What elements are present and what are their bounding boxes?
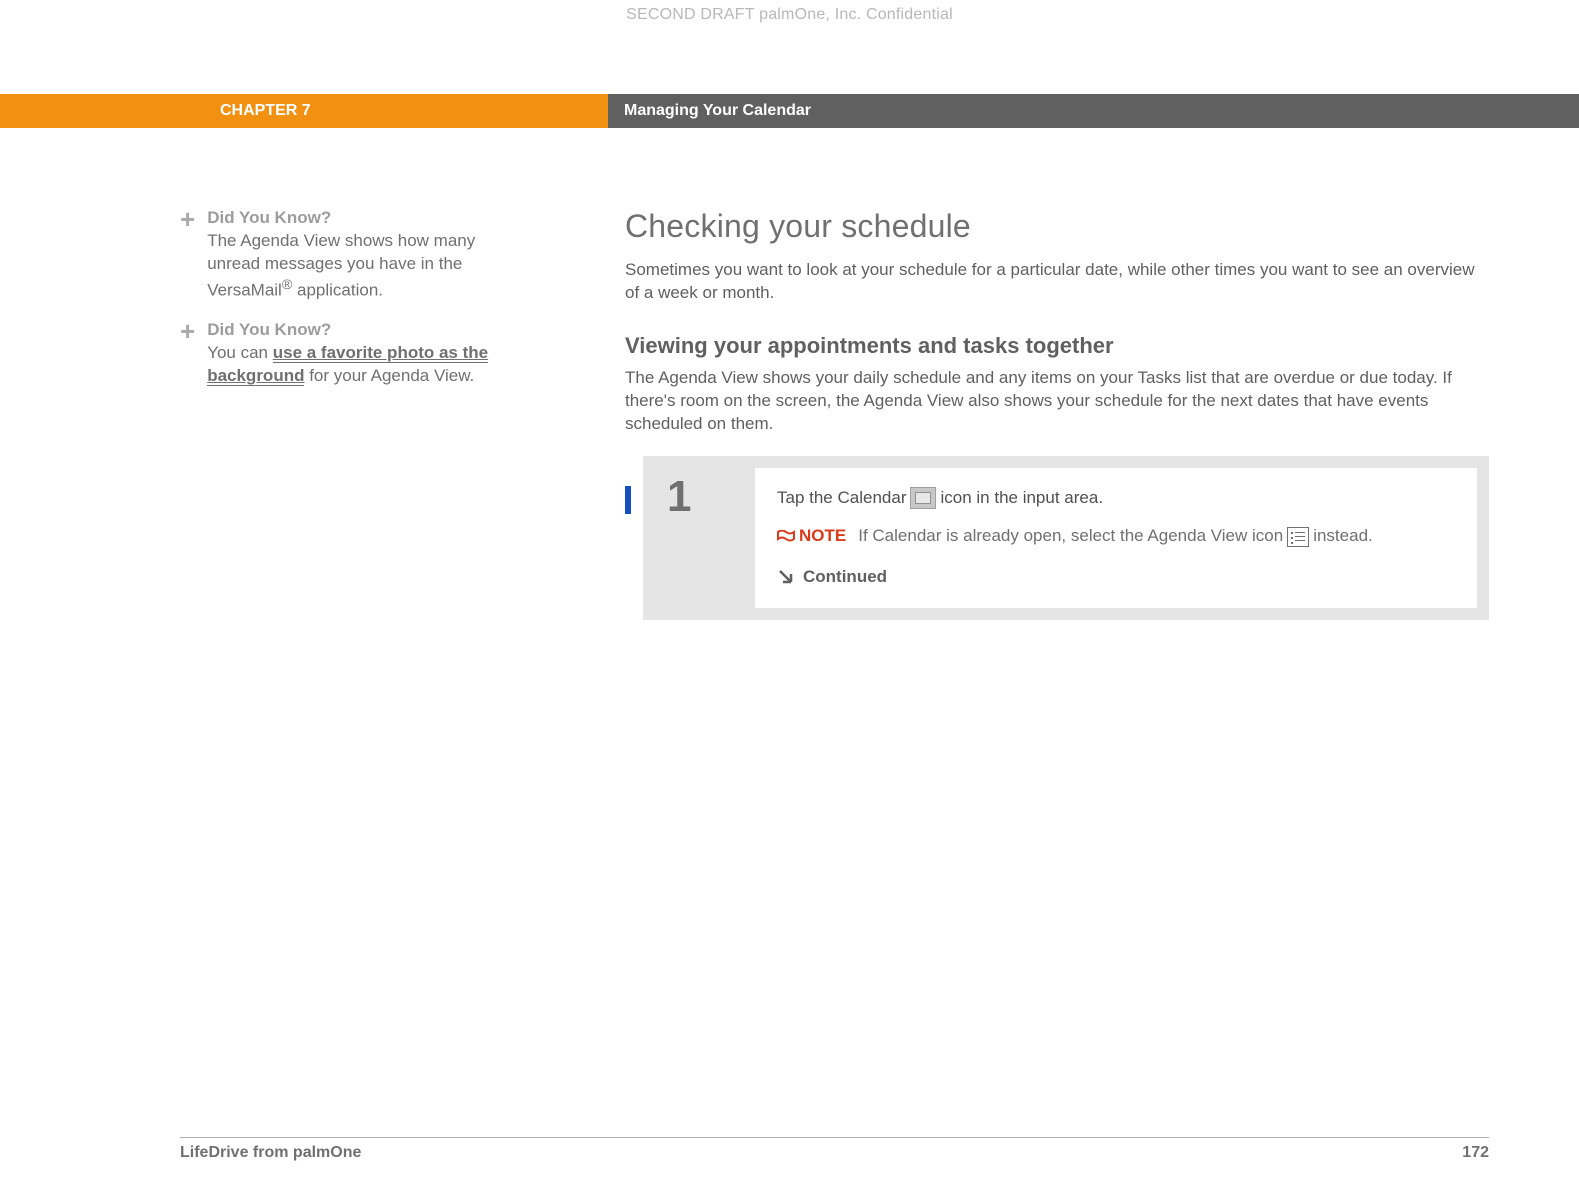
plus-icon: + — [180, 322, 195, 340]
continued-text: Continued — [803, 565, 887, 590]
registered-mark: ® — [282, 277, 292, 293]
section-paragraph: The Agenda View shows your daily schedul… — [625, 367, 1489, 436]
sidebar: + Did You Know? The Agenda View shows ho… — [180, 208, 540, 620]
footer-page-number: 172 — [1462, 1144, 1489, 1162]
didyouknow-item: + Did You Know? You can use a favorite p… — [180, 320, 500, 388]
text: icon in the input area. — [940, 486, 1103, 511]
plus-icon: + — [180, 210, 195, 228]
chapter-header-bar: CHAPTER 7 Managing Your Calendar — [0, 94, 1579, 128]
page-heading: Checking your schedule — [625, 208, 1489, 245]
agenda-view-icon — [1287, 527, 1309, 547]
intro-paragraph: Sometimes you want to look at your sched… — [625, 259, 1489, 305]
footer-product: LifeDrive from palmOne — [180, 1144, 361, 1162]
main-content: Checking your schedule Sometimes you wan… — [540, 208, 1489, 620]
didyouknow-body: The Agenda View shows how many unread me… — [207, 230, 500, 302]
step-instruction: Tap the Calendar icon in the input area. — [777, 486, 1455, 511]
text: application. — [292, 281, 383, 300]
page-footer: LifeDrive from palmOne 172 — [180, 1137, 1489, 1162]
step-number: 1 — [655, 468, 755, 608]
step-content: Tap the Calendar icon in the input area.… — [755, 468, 1477, 608]
section-heading: Viewing your appointments and tasks toge… — [625, 333, 1489, 359]
confidential-header: SECOND DRAFT palmOne, Inc. Confidential — [0, 0, 1579, 24]
chapter-title: Managing Your Calendar — [608, 94, 1579, 128]
text: Tap the Calendar — [777, 486, 906, 511]
text: If Calendar is already open, select the … — [858, 524, 1283, 549]
text: for your Agenda View. — [304, 366, 474, 385]
continued-arrow-icon — [777, 568, 795, 586]
note-label: NOTE — [777, 524, 846, 549]
note-label-text: NOTE — [799, 524, 846, 549]
calendar-icon — [910, 487, 936, 509]
didyouknow-item: + Did You Know? The Agenda View shows ho… — [180, 208, 500, 302]
step-block: 1 Tap the Calendar icon in the input are… — [625, 456, 1489, 620]
continued-indicator: Continued — [777, 565, 1455, 590]
text: instead. — [1313, 524, 1373, 549]
step-box: 1 Tap the Calendar icon in the input are… — [643, 456, 1489, 620]
text: You can — [207, 343, 273, 362]
didyouknow-title: Did You Know? — [207, 208, 500, 228]
note-line: NOTE If Calendar is already open, select… — [777, 524, 1455, 549]
chapter-label: CHAPTER 7 — [0, 94, 608, 128]
content-area: + Did You Know? The Agenda View shows ho… — [0, 128, 1579, 620]
note-flag-icon — [777, 529, 795, 545]
revision-mark — [625, 486, 631, 514]
didyouknow-title: Did You Know? — [207, 320, 500, 340]
didyouknow-body: You can use a favorite photo as the back… — [207, 342, 500, 388]
